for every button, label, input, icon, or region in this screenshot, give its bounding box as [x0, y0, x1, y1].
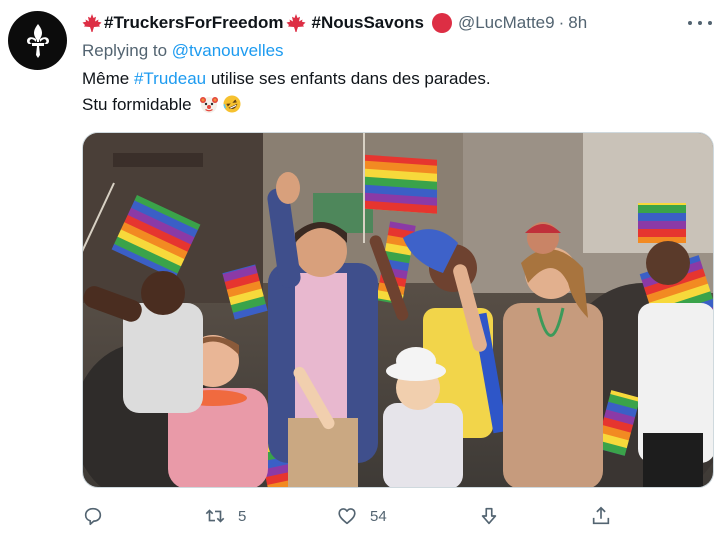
text-after-hashtag: utilise ses enfants dans des parades. [206, 69, 491, 88]
fleur-de-lis-icon [26, 23, 49, 58]
clown-face-icon [199, 94, 219, 114]
display-name-part2: #NousSavons [311, 13, 424, 32]
text-before-hashtag: Même [82, 69, 134, 88]
share-button[interactable] [590, 502, 612, 530]
reply-button[interactable] [82, 502, 116, 530]
red-circle-icon [431, 13, 452, 33]
share-icon [592, 506, 610, 525]
maple-leaf-icon [82, 14, 102, 32]
tweet-text-line1: Même #Trudeau utilise ses enfants dans d… [82, 66, 491, 92]
replying-to: Replying to @tvanouvelles [82, 40, 284, 62]
tweet-text-line2: Stu formidable [82, 92, 491, 118]
pride-parade-photo [83, 133, 713, 487]
replying-prefix: Replying to [82, 41, 168, 60]
like-button[interactable]: 54 [336, 502, 387, 530]
tweet-header: #TruckersForFreedom #NousSavons @LucMatt… [82, 12, 587, 34]
display-name-part1: #TruckersForFreedom [104, 13, 284, 32]
avatar[interactable] [8, 11, 67, 70]
maple-leaf-icon [286, 14, 306, 32]
action-bar: 5 54 [82, 502, 702, 530]
dislike-button[interactable] [478, 502, 500, 530]
retweet-button[interactable]: 5 [204, 502, 246, 530]
reply-icon [84, 507, 102, 526]
display-name[interactable]: #TruckersForFreedom #NousSavons [82, 12, 452, 34]
more-options-icon[interactable] [688, 14, 712, 32]
hashtag-link[interactable]: #Trudeau [134, 69, 206, 88]
tweet[interactable]: #TruckersForFreedom #NousSavons @LucMatt… [0, 0, 722, 538]
separator-dot: · [558, 13, 565, 32]
timestamp[interactable]: 8h [568, 12, 587, 34]
retweet-icon [205, 509, 225, 523]
heart-icon [338, 508, 356, 525]
text-line2: Stu formidable [82, 95, 192, 114]
downvote-arrow-icon [481, 507, 497, 525]
mention-link[interactable]: @tvanouvelles [172, 41, 284, 60]
like-count: 54 [370, 507, 387, 525]
rolling-laughing-icon [222, 94, 242, 114]
tweet-photo[interactable] [82, 132, 714, 488]
tweet-text: Même #Trudeau utilise ses enfants dans d… [82, 66, 491, 118]
retweet-count: 5 [238, 507, 247, 525]
user-handle[interactable]: @LucMatte9 [458, 12, 555, 34]
